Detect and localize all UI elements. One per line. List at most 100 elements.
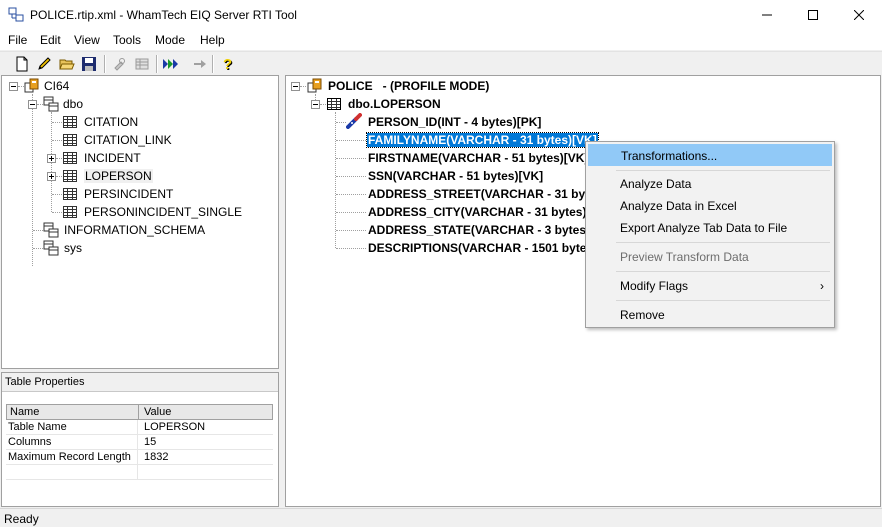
arrow-right-icon: [194, 60, 206, 68]
tree-node-label: DESCRIPTIONS(VARCHAR - 1501 bytes: [368, 241, 594, 255]
expand-toggle[interactable]: [47, 172, 56, 181]
help-icon: ??: [223, 56, 233, 72]
menu-file[interactable]: File: [8, 33, 27, 47]
table-row[interactable]: Maximum Record Length 1832: [6, 450, 273, 465]
tree-node-label: POLICE - (PROFILE MODE): [328, 79, 490, 93]
tree-node-label: CITATION: [84, 115, 139, 129]
column-divider[interactable]: [138, 405, 139, 419]
run-all-button[interactable]: [162, 55, 180, 73]
menu-item-remove[interactable]: Remove: [588, 304, 832, 326]
fast-forward-icon: [163, 59, 178, 69]
toolbar-separator: [156, 55, 158, 73]
property-value: LOPERSON: [144, 421, 206, 433]
tree-node-label: PERSINCIDENT: [84, 187, 174, 201]
menu-mode[interactable]: Mode: [155, 33, 185, 47]
menu-item-export-analyze[interactable]: Export Analyze Tab Data to File: [588, 217, 832, 239]
cell-divider: [137, 450, 138, 464]
tree-line: [336, 158, 366, 160]
tree-line: [336, 230, 366, 232]
column-header-value[interactable]: Value: [144, 406, 171, 418]
close-button[interactable]: [836, 0, 882, 30]
menu-separator: [616, 271, 830, 272]
tree-node-label: CI64: [44, 79, 70, 93]
tree-line: [300, 86, 306, 88]
maximize-button[interactable]: [790, 0, 836, 30]
maximize-icon: [808, 10, 818, 20]
tree-line: [52, 212, 62, 214]
table-row-empty: [6, 465, 273, 480]
toolbar-separator: [104, 55, 106, 73]
table-row[interactable]: Table Name LOPERSON: [6, 420, 273, 435]
properties-title: Table Properties: [5, 376, 85, 388]
tree-node-label: FAMILYNAME(VARCHAR - 31 bytes)[VK]: [366, 132, 599, 148]
tree-node-label: CITATION_LINK: [84, 133, 172, 147]
cell-divider: [137, 420, 138, 434]
svg-text:?: ?: [223, 56, 232, 72]
menu-item-label: Preview Transform Data: [620, 250, 749, 264]
menu-item-analyze-excel[interactable]: Analyze Data in Excel: [588, 195, 832, 217]
menu-item-label: Modify Flags: [620, 279, 689, 293]
schema-icon: [43, 240, 59, 256]
edit-button[interactable]: [35, 55, 53, 73]
open-button[interactable]: [58, 55, 76, 73]
menu-item-transformations[interactable]: Transformations...: [588, 144, 832, 166]
save-icon: [82, 57, 96, 71]
next-button[interactable]: [191, 55, 209, 73]
collapse-toggle[interactable]: [9, 82, 18, 91]
menu-item-label: Analyze Data in Excel: [620, 199, 737, 213]
tree-line: [32, 94, 34, 266]
tree-line: [56, 158, 62, 160]
menu-item-preview-transform[interactable]: Preview Transform Data: [588, 246, 832, 268]
tree-line: [336, 176, 366, 178]
menu-edit[interactable]: Edit: [40, 33, 61, 47]
tree-node-label: INFORMATION_SCHEMA: [64, 223, 206, 237]
menu-separator: [616, 300, 830, 301]
menu-item-modify-flags[interactable]: Modify Flags ›: [588, 275, 832, 297]
menu-help[interactable]: Help: [200, 33, 225, 47]
collapse-toggle[interactable]: [311, 100, 320, 109]
context-menu: Transformations... Analyze Data Analyze …: [585, 141, 835, 328]
tree-node-label: INCIDENT: [84, 151, 141, 165]
toolbar: ??: [0, 51, 882, 75]
table-row[interactable]: Columns 15: [6, 435, 273, 450]
tree-node-label: PERSONINCIDENT_SINGLE: [84, 205, 243, 219]
column-header-name[interactable]: Name: [10, 406, 39, 418]
menu-item-label: Analyze Data: [620, 177, 692, 191]
save-button[interactable]: [80, 55, 98, 73]
new-button[interactable]: [13, 55, 31, 73]
disabled-tool-button[interactable]: [110, 55, 128, 73]
property-name: Maximum Record Length: [8, 451, 131, 463]
tree-line: [33, 248, 43, 250]
tree-line: [33, 230, 43, 232]
window-title: POLICE.rtip.xml - WhamTech EIQ Server RT…: [30, 8, 297, 22]
tree-node-label: LOPERSON: [84, 169, 153, 183]
schema-icon: [43, 96, 59, 112]
tree-node-label: dbo.LOPERSON: [348, 97, 441, 111]
app-window: POLICE.rtip.xml - WhamTech EIQ Server RT…: [0, 0, 882, 527]
toolbar-separator: [212, 55, 214, 73]
tree-node-label: ADDRESS_CITY(VARCHAR - 31 bytes)[V: [368, 205, 599, 219]
table-icon: [327, 98, 341, 110]
property-value: 1832: [144, 451, 169, 463]
submenu-arrow-icon: ›: [820, 279, 824, 293]
tree-node-label: SSN(VARCHAR - 51 bytes)[VK]: [368, 169, 544, 183]
expand-toggle[interactable]: [47, 154, 56, 163]
tree-line: [52, 140, 62, 142]
help-button[interactable]: ??: [219, 55, 237, 73]
menu-view[interactable]: View: [74, 33, 100, 47]
menu-tools[interactable]: Tools: [113, 33, 141, 47]
collapse-toggle[interactable]: [28, 100, 37, 109]
open-folder-icon: [59, 59, 75, 70]
disabled-grid-button[interactable]: [133, 55, 151, 73]
tree-line: [336, 140, 366, 142]
menu-item-analyze-data[interactable]: Analyze Data: [588, 173, 832, 195]
collapse-toggle[interactable]: [291, 82, 300, 91]
tree-node-label: sys: [64, 241, 82, 255]
table-icon: [63, 170, 77, 182]
tree-line: [52, 122, 62, 124]
property-name: Columns: [8, 436, 52, 448]
tree-line: [56, 176, 62, 178]
close-icon: [854, 10, 864, 20]
status-text: Ready: [4, 512, 39, 526]
minimize-button[interactable]: [744, 0, 790, 30]
